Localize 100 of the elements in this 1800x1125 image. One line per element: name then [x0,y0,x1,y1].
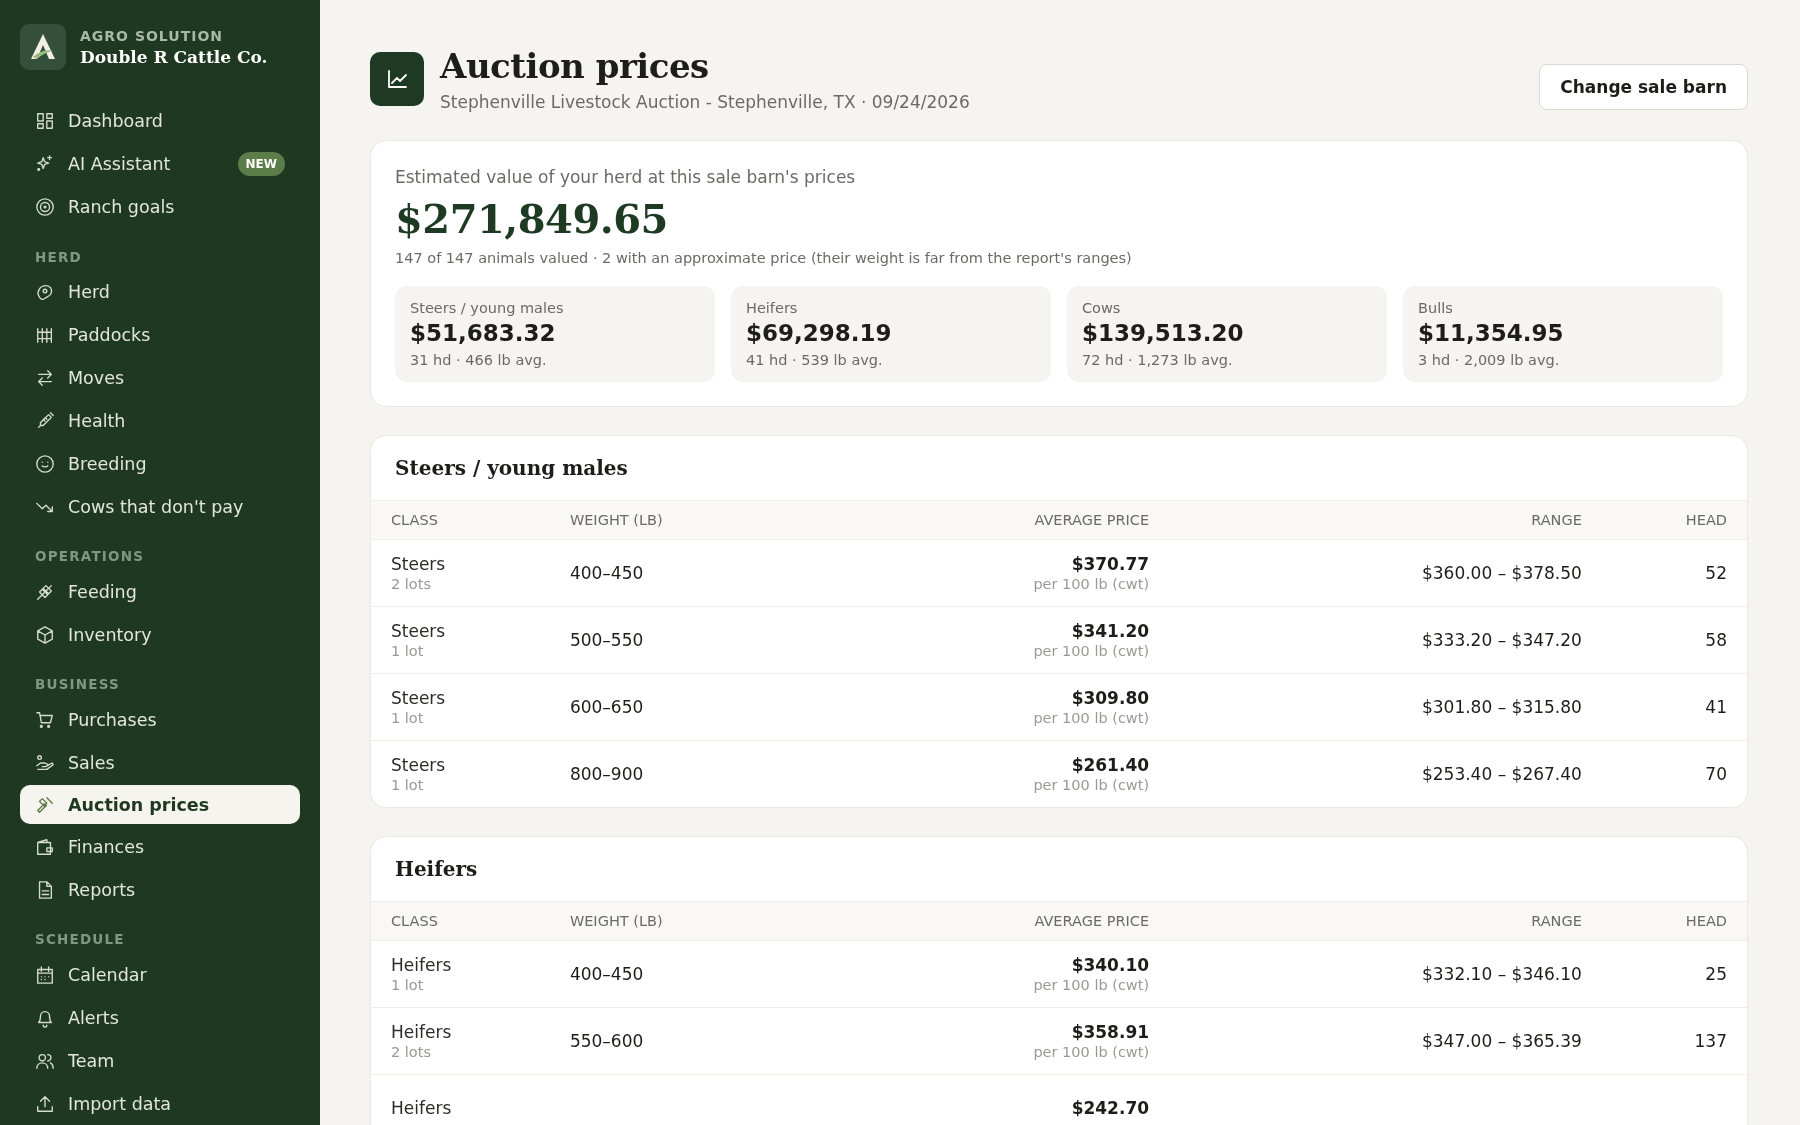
change-sale-barn-button[interactable]: Change sale barn [1539,64,1748,110]
lots-count: 2 lots [391,576,432,592]
range-cell: $347.00 – $365.39 [1421,1031,1582,1051]
column-header: HEAD [1685,913,1727,929]
price-unit: per 100 lb (cwt) [1032,977,1150,993]
stat-value: $11,354.95 [1418,320,1565,346]
column-header: WEIGHT (LB) [569,913,663,929]
nav-item[interactable]: AI Assistant NEW [20,142,300,186]
logo-icon [20,24,66,70]
class-cell-text: Steers [391,688,447,708]
weight-cell: 400–450 [569,563,644,583]
page-title: Auction prices [440,46,710,86]
nav-item[interactable]: Health [20,399,300,443]
section-heading: OPERATIONS [34,547,146,567]
cart-icon [35,709,55,730]
nav-item[interactable]: Alerts [20,996,300,1040]
column-header: CLASS [391,913,438,929]
stat-value: $139,513.20 [1082,320,1245,346]
stat-label: Heifers [746,300,799,316]
nav-item[interactable]: Cows that don't pay [20,485,300,529]
range-cell: $333.20 – $347.20 [1421,630,1582,650]
class-cell-text: Heifers [391,955,453,975]
column-header: RANGE [1531,512,1582,528]
grid-icon [35,111,55,132]
price-unit: per 100 lb (cwt) [1032,643,1150,659]
range-cell: $360.00 – $378.50 [1421,563,1582,583]
head-cell: 70 [1705,764,1727,784]
lots-count: 2 lots [391,1044,432,1060]
column-header: WEIGHT (LB) [569,512,663,528]
section-heading: HERD [34,247,83,267]
price-cell-text: $340.10 [1070,955,1150,975]
price-cell-text: $309.80 [1070,688,1150,708]
stat-detail: 41 hd · 539 lb avg. [746,352,884,368]
price-cell-text: $358.91 [1070,1022,1150,1042]
summary-note: 147 of 147 animals valued · 2 with an approximate price (their weight is far from the report's ranges) [395,250,1133,266]
ranch-name: Double R Cattle Co. [80,46,268,67]
new-badge: NEW [237,152,285,177]
head-cell: 58 [1705,630,1727,650]
class-cell-text: Heifers [391,1022,453,1042]
stat-value: $51,683.32 [410,320,557,346]
weight-cell: 600–650 [569,697,644,717]
head-cell: 52 [1705,563,1727,583]
nav-item[interactable]: Finances [20,825,300,869]
price-unit: per 100 lb (cwt) [1032,777,1150,793]
stat-detail: 72 hd · 1,273 lb avg. [1082,352,1234,368]
nav-item[interactable]: Herd [20,270,300,314]
nav-item[interactable]: Auction prices [20,785,300,825]
arrows-icon [35,368,55,389]
nav-item[interactable]: Calendar [20,953,300,997]
nav-item[interactable]: Breeding [20,442,300,486]
nav-item[interactable]: Sales [20,741,300,784]
stat-value: $69,298.19 [746,320,893,346]
brand-kicker: AGRO SOLUTION [80,27,225,44]
head-cell: 41 [1705,697,1727,717]
nav-item[interactable]: Team [20,1039,300,1083]
table-title: Heifers [394,856,479,883]
nav-item[interactable]: Import data [20,1082,300,1125]
weight-cell: 550–600 [569,1031,644,1051]
class-cell-text: Steers [391,621,447,641]
lots-count: 1 lot [391,977,425,993]
range-cell: $301.80 – $315.80 [1421,697,1582,717]
fence-icon [35,325,55,346]
lots-count: 1 lot [391,777,425,793]
nav-item[interactable]: Purchases [20,698,300,742]
stat-detail: 3 hd · 2,009 lb avg. [1418,352,1561,368]
nav-item[interactable]: Paddocks [20,313,300,357]
section-heading: SCHEDULE [34,930,126,950]
price-cell-text: $242.70 [1070,1098,1150,1118]
box-icon [35,624,55,645]
syringe-icon [35,411,55,431]
nav-item[interactable]: Dashboard [20,100,300,143]
upload-icon [35,1093,55,1114]
stat-detail: 31 hd · 466 lb avg. [410,352,548,368]
steak-icon [35,282,55,303]
nav-item[interactable]: Reports [20,868,300,912]
nav-item[interactable]: Ranch goals [20,185,300,229]
target-icon [35,197,55,218]
total-value: $271,849.65 [395,195,669,242]
class-cell-text: Steers [391,554,447,574]
lots-count: 1 lot [391,710,425,726]
calendar-icon [35,964,55,985]
weight-cell: 800–900 [569,764,644,784]
stat-label: Steers / young males [410,300,565,316]
nav-item[interactable]: Feeding [20,570,300,614]
nav-item[interactable]: Inventory [20,613,300,657]
nav-item[interactable]: Moves [20,356,300,400]
column-header: HEAD [1685,512,1727,528]
price-cell-text: $341.20 [1070,621,1150,641]
price-unit: per 100 lb (cwt) [1032,1044,1150,1060]
face-icon [35,453,55,474]
stat-label: Cows [1082,300,1122,316]
gavel-icon [35,794,55,815]
range-cell: $332.10 – $346.10 [1421,964,1582,984]
hand-icon [35,752,55,773]
page-subtitle: Stephenville Livestock Auction - Stephenville, TX · 09/24/2026 [440,92,971,112]
table-title: Steers / young males [394,455,629,482]
price-unit: per 100 lb (cwt) [1032,710,1150,726]
lots-count: 1 lot [391,643,425,659]
range-cell: $253.40 – $267.40 [1421,764,1582,784]
head-cell: 25 [1705,964,1727,984]
